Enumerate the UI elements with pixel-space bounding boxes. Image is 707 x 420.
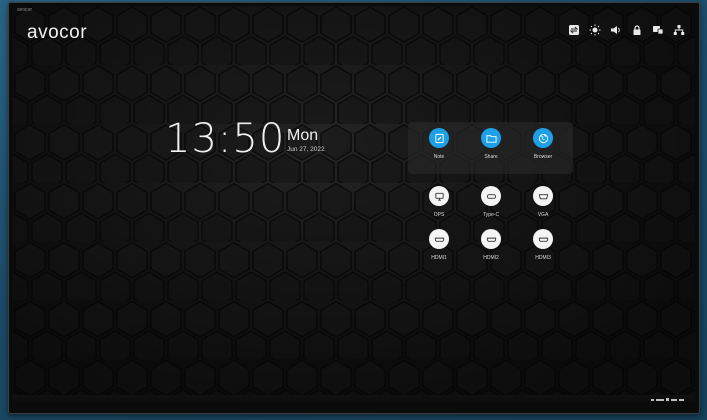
source-vga-label: VGA xyxy=(537,212,549,218)
corner-brand-label: avocor xyxy=(17,7,33,13)
app-share-label: Share xyxy=(484,154,498,160)
lock-icon[interactable] xyxy=(629,22,644,37)
note-icon xyxy=(429,128,449,148)
app-browser-label: Browser xyxy=(533,154,553,160)
globe-icon xyxy=(533,128,553,148)
source-ops-label: OPS xyxy=(433,212,445,218)
hdmi-icon xyxy=(481,229,501,249)
screen-mirror-icon[interactable] xyxy=(650,22,665,37)
dock-dot xyxy=(666,398,669,401)
folder-icon xyxy=(481,128,501,148)
display-screen: avocor avocor 13:50 Mon Jun 27, 2022 Not… xyxy=(13,6,695,404)
app-share[interactable]: Share xyxy=(471,128,511,160)
brand-logo: avocor xyxy=(27,22,88,43)
type-c-icon xyxy=(481,186,501,206)
source-ops[interactable]: OPS xyxy=(419,186,459,218)
hdmi-icon xyxy=(533,229,553,249)
dock-bar xyxy=(679,398,684,401)
source-hdmi2-label: HDMI2 xyxy=(483,255,499,261)
source-vga[interactable]: VGA xyxy=(523,186,563,218)
source-hdmi1-label: HDMI1 xyxy=(431,255,447,261)
dock-bar xyxy=(671,398,677,401)
clock-time: 13:50 xyxy=(165,116,286,162)
volume-icon[interactable] xyxy=(608,22,623,37)
input-switch-icon[interactable] xyxy=(566,22,581,37)
app-note[interactable]: Note xyxy=(419,128,459,160)
dock-bar xyxy=(656,398,664,401)
clock-day: Mon xyxy=(287,127,319,144)
dock-dot xyxy=(651,398,654,401)
bottom-bezel-strip xyxy=(13,395,695,404)
source-hdmi3[interactable]: HDMI3 xyxy=(523,229,563,261)
source-hdmi1[interactable]: HDMI1 xyxy=(419,229,459,261)
clock-date: Jun 27, 2022 xyxy=(287,146,325,153)
hexagon-wallpaper xyxy=(13,6,695,404)
bottom-dock xyxy=(651,398,684,401)
source-type-c-label: Type-C xyxy=(482,212,500,218)
status-bar xyxy=(566,22,686,37)
app-note-label: Note xyxy=(433,154,445,160)
source-hdmi2[interactable]: HDMI2 xyxy=(471,229,511,261)
source-type-c[interactable]: Type-C xyxy=(471,186,511,218)
source-hdmi3-label: HDMI3 xyxy=(535,255,551,261)
brightness-icon[interactable] xyxy=(587,22,602,37)
network-icon[interactable] xyxy=(671,22,686,37)
app-browser[interactable]: Browser xyxy=(523,128,563,160)
hdmi-icon xyxy=(429,229,449,249)
vga-icon xyxy=(533,186,553,206)
ops-icon xyxy=(429,186,449,206)
